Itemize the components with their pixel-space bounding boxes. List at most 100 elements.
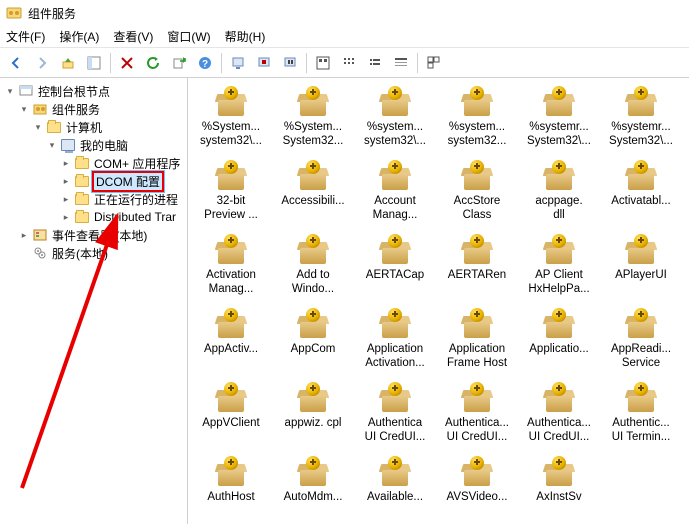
item-label: Authentica... — [439, 416, 515, 430]
dcom-item[interactable]: AppActiv... — [192, 306, 270, 380]
dcom-item[interactable]: Activatabl... — [602, 158, 680, 232]
dcom-item[interactable]: ActivationManag... — [192, 232, 270, 306]
item-sublabel: Frame Host — [439, 356, 515, 370]
dcom-item[interactable]: Available... — [356, 454, 434, 524]
expand-icon[interactable]: ▸ — [60, 211, 72, 223]
dcom-item[interactable]: AppCom — [274, 306, 352, 380]
folder-icon — [74, 173, 90, 189]
tree-services[interactable]: ▸ 服务(本地) — [18, 244, 187, 262]
package-icon — [293, 86, 333, 120]
item-label: %systemr... — [521, 120, 597, 134]
dcom-item[interactable]: Authentica...UI CredUI... — [520, 380, 598, 454]
package-icon — [375, 456, 415, 490]
expand-icon[interactable]: ▸ — [60, 175, 72, 187]
tree-com-plus-apps[interactable]: ▸ COM+ 应用程序 — [60, 154, 187, 172]
dcom-item[interactable]: Authentica...UI CredUI... — [438, 380, 516, 454]
dcom-item[interactable]: AppReadi...Service — [602, 306, 680, 380]
dcom-item[interactable]: acppage.dll — [520, 158, 598, 232]
dcom-item[interactable]: AuthenticaUI CredUI... — [356, 380, 434, 454]
item-label: Account — [357, 194, 433, 208]
tree-root[interactable]: ▾ 控制台根节点 — [4, 82, 187, 100]
dcom-item[interactable]: 32-bitPreview ... — [192, 158, 270, 232]
collapse-icon[interactable]: ▾ — [46, 139, 58, 151]
dcom-item[interactable]: %system...system32... — [438, 84, 516, 158]
export-button[interactable] — [167, 51, 191, 75]
dcom-item[interactable]: AccountManag... — [356, 158, 434, 232]
menu-view[interactable]: 查看(V) — [113, 28, 153, 45]
dcom-item[interactable]: Accessibili... — [274, 158, 352, 232]
tree-running-processes[interactable]: ▸ 正在运行的进程 — [60, 190, 187, 208]
package-icon — [211, 86, 251, 120]
item-label: Application — [357, 342, 433, 356]
tree-dcom-config[interactable]: ▸ DCOM 配置 — [60, 172, 187, 190]
dcom-item[interactable]: AccStoreClass — [438, 158, 516, 232]
item-label: AppVClient — [193, 416, 269, 430]
dcom-item[interactable]: ApplicationFrame Host — [438, 306, 516, 380]
view-list-button[interactable] — [363, 51, 387, 75]
stop-button[interactable] — [252, 51, 276, 75]
item-label: Accessibili... — [275, 194, 351, 208]
expand-icon[interactable]: ▸ — [18, 229, 30, 241]
app-icon — [6, 5, 22, 21]
menu-action[interactable]: 操作(A) — [59, 28, 99, 45]
item-sublabel: UI CredUI... — [357, 430, 433, 444]
package-icon — [457, 382, 497, 416]
menu-file[interactable]: 文件(F) — [6, 28, 45, 45]
view-small-button[interactable] — [337, 51, 361, 75]
item-label: Activation — [193, 268, 269, 282]
view-large-button[interactable] — [311, 51, 335, 75]
dcom-item[interactable]: AP ClientHxHelpPa... — [520, 232, 598, 306]
arrange-button[interactable] — [422, 51, 446, 75]
dcom-item[interactable]: AERTARen — [438, 232, 516, 306]
dcom-item[interactable]: Add toWindo... — [274, 232, 352, 306]
show-tree-button[interactable] — [82, 51, 106, 75]
tree-component-services[interactable]: ▾ 组件服务 — [18, 100, 187, 118]
item-sublabel: Preview ... — [193, 208, 269, 222]
dcom-item[interactable]: appwiz. cpl — [274, 380, 352, 454]
tree-my-computer[interactable]: ▾ 我的电脑 — [46, 136, 187, 154]
up-button[interactable] — [56, 51, 80, 75]
dcom-item[interactable]: %System...System32... — [274, 84, 352, 158]
item-label: Available... — [357, 490, 433, 504]
collapse-icon[interactable]: ▾ — [32, 121, 44, 133]
collapse-icon[interactable]: ▾ — [18, 103, 30, 115]
collapse-icon[interactable]: ▾ — [4, 85, 16, 97]
dcom-item[interactable]: ApplicationActivation... — [356, 306, 434, 380]
view-detail-button[interactable] — [389, 51, 413, 75]
tree-distributed-trans[interactable]: ▸ Distributed Trar — [60, 208, 187, 226]
item-label: Application — [439, 342, 515, 356]
services-icon — [32, 245, 48, 261]
tree-label: 组件服务 — [50, 100, 102, 119]
dcom-item[interactable]: AppVClient — [192, 380, 270, 454]
dcom-item[interactable]: Applicatio... — [520, 306, 598, 380]
dcom-item[interactable]: %systemr...System32\... — [602, 84, 680, 158]
dcom-item[interactable]: AxInstSv — [520, 454, 598, 524]
dcom-item[interactable]: %systemr...System32\... — [520, 84, 598, 158]
dcom-item[interactable]: %system...system32\... — [356, 84, 434, 158]
help-button[interactable]: ? — [193, 51, 217, 75]
dcom-item[interactable]: %System...system32\... — [192, 84, 270, 158]
dcom-item[interactable]: AVSVideo... — [438, 454, 516, 524]
package-icon — [211, 160, 251, 194]
forward-button[interactable] — [30, 51, 54, 75]
delete-button[interactable] — [115, 51, 139, 75]
dcom-item[interactable]: APlayerUI — [602, 232, 680, 306]
computer-status-button[interactable] — [226, 51, 250, 75]
menu-help[interactable]: 帮助(H) — [225, 28, 266, 45]
refresh-button[interactable] — [141, 51, 165, 75]
dcom-item[interactable]: Authentic...UI Termin... — [602, 380, 680, 454]
list-pane[interactable]: %System...system32\...%System...System32… — [188, 78, 689, 524]
expand-icon[interactable]: ▸ — [60, 157, 72, 169]
tree-computers[interactable]: ▾ 计算机 — [32, 118, 187, 136]
dcom-item[interactable]: AERTACap — [356, 232, 434, 306]
dcom-item[interactable]: AutoMdm... — [274, 454, 352, 524]
menu-window[interactable]: 窗口(W) — [167, 28, 210, 45]
tree-view[interactable]: ▾ 控制台根节点 ▾ 组件服务 — [0, 82, 187, 262]
dcom-item[interactable]: AuthHost — [192, 454, 270, 524]
item-sublabel: HxHelpPa... — [521, 282, 597, 296]
back-button[interactable] — [4, 51, 28, 75]
pause-button[interactable] — [278, 51, 302, 75]
expand-icon[interactable]: ▸ — [60, 193, 72, 205]
tree-event-viewer[interactable]: ▸ 事件查看器 (本地) — [18, 226, 187, 244]
item-label: AP Client — [521, 268, 597, 282]
